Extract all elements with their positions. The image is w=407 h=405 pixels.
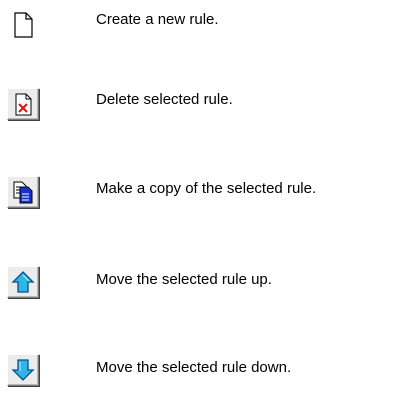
arrow-up-icon xyxy=(11,271,35,293)
new-rule-row: Create a new rule. xyxy=(0,8,407,48)
delete-rule-description: Delete selected rule. xyxy=(96,91,233,108)
new-rule-description: Create a new rule. xyxy=(96,11,219,28)
copy-documents-icon xyxy=(13,181,33,204)
move-down-description: Move the selected rule down. xyxy=(96,359,292,376)
move-down-row: Move the selected rule down. xyxy=(0,354,407,394)
arrow-down-icon xyxy=(11,359,35,381)
delete-rule-row: Delete selected rule. xyxy=(0,88,407,128)
move-up-description: Move the selected rule up. xyxy=(96,271,272,288)
delete-document-icon xyxy=(15,93,32,116)
delete-rule-button[interactable] xyxy=(7,88,39,120)
new-rule-button[interactable] xyxy=(7,8,39,40)
move-down-button[interactable] xyxy=(7,354,39,386)
move-up-row: Move the selected rule up. xyxy=(0,266,407,306)
move-up-button[interactable] xyxy=(7,266,39,298)
copy-rule-row: Make a copy of the selected rule. xyxy=(0,176,407,216)
copy-rule-button[interactable] xyxy=(7,176,39,208)
new-document-icon xyxy=(14,12,33,38)
copy-rule-description: Make a copy of the selected rule. xyxy=(96,180,317,197)
